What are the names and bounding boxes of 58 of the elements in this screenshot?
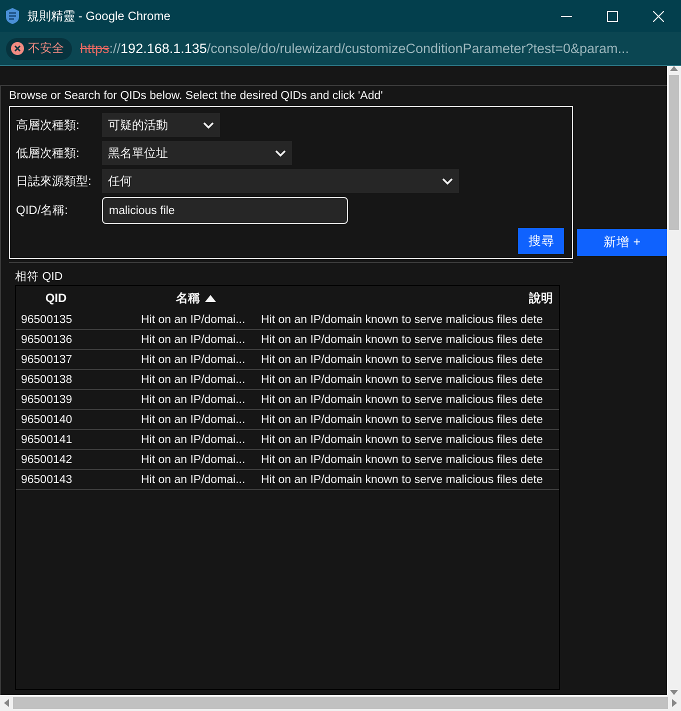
scroll-right-icon[interactable] [672,699,677,707]
scroll-left-icon[interactable] [4,699,9,707]
filter-label: 高層次種類: [16,116,80,134]
table-cell-text: 96500138 [20,374,74,386]
shield-logo-icon [6,8,19,24]
table-cell-text: 96500139 [20,394,74,406]
table-cell-text: Hit on an IP/domai... [140,394,246,406]
vertical-scrollbar[interactable] [667,66,681,695]
instructions-text: Browse or Search for QIDs below. Select the desired QIDs and click 'Add' [8,89,384,104]
table-cell-text: Hit on an IP/domain known to serve malicious files dete [260,434,544,446]
add-button[interactable]: 新增 + [577,229,667,256]
table-cell-text: Hit on an IP/domai... [140,354,246,366]
table-cell-text: 96500137 [20,354,74,366]
table-cell-text: Hit on an IP/domain known to serve malicious files dete [260,414,544,426]
scrollbar-thumb[interactable] [13,697,668,709]
column-header[interactable]: 說明 [256,290,559,306]
search-button[interactable]: 搜尋 [518,228,564,254]
table-cell-text: Hit on an IP/domai... [140,434,246,446]
filter-label: QID/名稱: [16,202,70,219]
table-cell-text: Hit on an IP/domai... [140,374,246,386]
search-field[interactable]: malicious file [102,197,348,224]
dropdown[interactable]: 可疑的活動 [102,113,220,137]
chevron-down-icon [203,122,214,128]
chevron-down-icon [275,150,286,156]
dropdown[interactable]: 黑名單位址 [102,141,292,165]
table-cell-text: Hit on an IP/domain known to serve malicious files dete [260,454,544,466]
table-cell-text: Hit on an IP/domai... [140,334,246,346]
table-cell-text: 96500141 [20,434,74,446]
filter-label: 日誌來源類型: [16,172,92,190]
error-icon [11,42,24,55]
table-cell-text: 96500140 [20,414,74,426]
table-cell-text: 96500136 [20,334,74,346]
table-cell-text: Hit on an IP/domai... [140,314,246,326]
table-cell-text: Hit on an IP/domain known to serve malicious files dete [260,394,544,406]
horizontal-scrollbar[interactable] [0,695,681,711]
url-text[interactable]: https://192.168.1.135/console/do/rulewizard/customizeConditionParameter?test=0&param... [80,41,629,56]
table-cell-text: Hit on an IP/domai... [140,454,246,466]
dropdown[interactable]: 任何 [102,169,459,193]
close-icon [652,10,664,22]
table-cell-text: 96500143 [20,474,74,486]
not-secure-chip[interactable]: 不安全 [6,38,72,60]
table-cell-text: Hit on an IP/domai... [140,474,246,486]
filter-label: 低層次種類: [16,144,80,162]
window-title: 規則精靈 - Google Chrome [27,8,172,24]
table-cell-text: 96500142 [20,454,74,466]
table-cell-text: Hit on an IP/domain known to serve malicious files dete [260,354,544,366]
table-cell-text: Hit on an IP/domain known to serve malicious files dete [260,314,544,326]
column-header[interactable]: QID [16,291,136,305]
chevron-down-icon [442,178,453,184]
results-title: 相符 QID [15,270,64,284]
scrollbar-thumb[interactable] [669,75,679,230]
table-cell-text: Hit on an IP/domain known to serve malicious files dete [260,334,544,346]
table-cell-text: Hit on an IP/domain known to serve malicious files dete [260,474,544,486]
table-cell-text: Hit on an IP/domai... [140,414,246,426]
maximize-icon [606,10,618,22]
column-header[interactable]: 名稱 [136,290,256,306]
table-cell-text: Hit on an IP/domain known to serve malicious files dete [260,374,544,386]
table-cell-text: 96500135 [20,314,74,326]
